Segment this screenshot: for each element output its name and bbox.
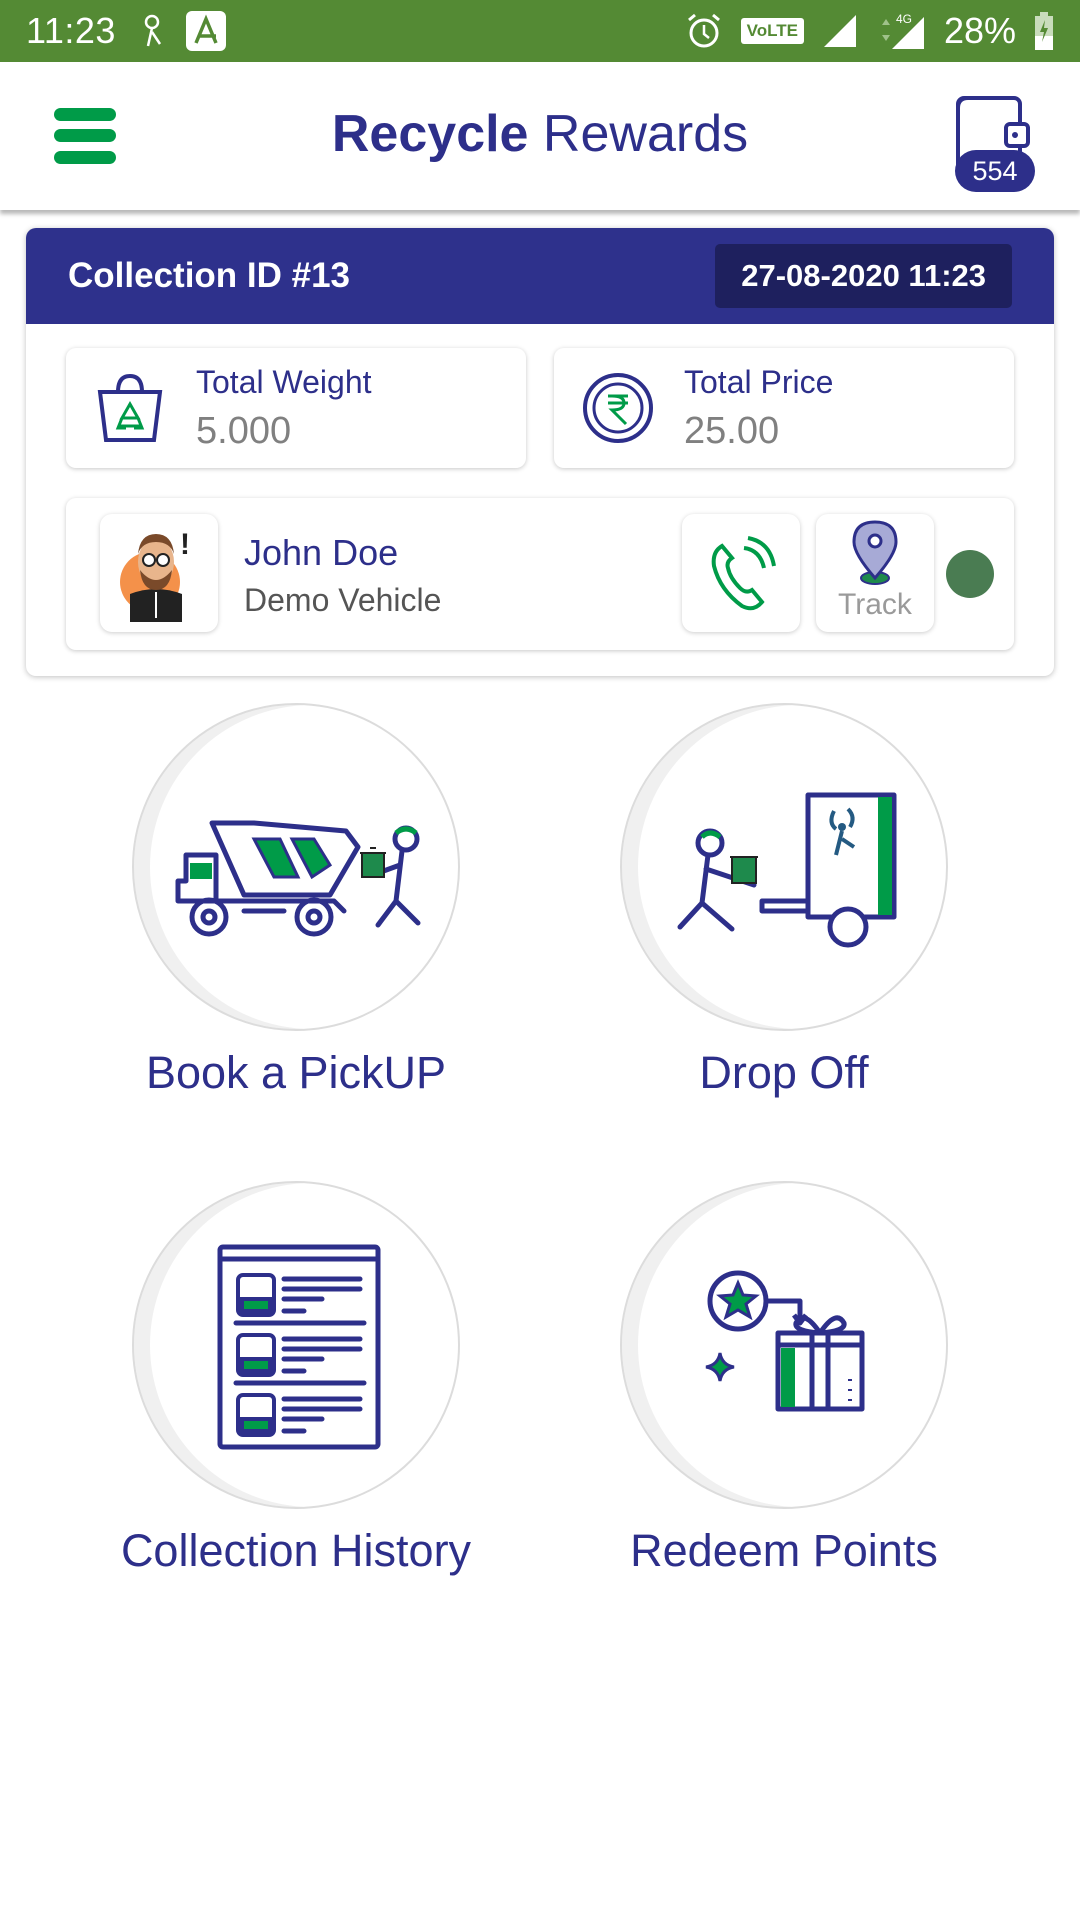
drop-off-button[interactable]: Drop Off xyxy=(574,703,994,1099)
driver-avatar-icon: ! xyxy=(120,528,190,622)
collection-card-header: Collection ID #13 27-08-2020 11:23 xyxy=(26,228,1054,324)
signal-icon xyxy=(823,15,856,47)
svg-text:4G: 4G xyxy=(896,12,912,26)
recycle-basket-icon xyxy=(97,373,163,442)
app-store-icon xyxy=(185,11,226,51)
total-weight-box: Total Weight 5.000 xyxy=(66,348,526,468)
status-bar: 11:23 VoLTE 4G 28% xyxy=(0,0,1080,62)
book-pickup-button[interactable]: Book a PickUP xyxy=(86,703,506,1099)
redeem-points-label: Redeem Points xyxy=(630,1525,938,1576)
driver-avatar: ! xyxy=(100,514,218,632)
rupee-coin-icon xyxy=(583,373,653,443)
collection-history-label: Collection History xyxy=(120,1525,472,1576)
notification-app-icon xyxy=(144,14,161,47)
total-weight-value: 5.000 xyxy=(196,410,292,452)
redeem-points-circle xyxy=(620,1181,948,1509)
battery-charging-icon xyxy=(1035,12,1053,50)
driver-vehicle: Demo Vehicle xyxy=(244,582,442,618)
svg-text:!: ! xyxy=(180,528,190,561)
volte-icon: VoLTE xyxy=(740,18,804,44)
total-price-box: Total Price 25.00 xyxy=(554,348,1014,468)
collection-id: Collection ID #13 xyxy=(68,256,351,295)
collection-datetime: 27-08-2020 11:23 xyxy=(715,244,1012,308)
status-time: 11:23 xyxy=(26,10,116,51)
book-pickup-label: Book a PickUP xyxy=(145,1047,447,1098)
total-weight-label: Total Weight xyxy=(196,364,372,400)
drop-off-icon xyxy=(677,792,897,948)
history-list-icon xyxy=(217,1244,381,1450)
track-label: Track xyxy=(838,588,912,621)
pickup-truck-icon xyxy=(175,820,421,937)
app-title-bold: Recycle xyxy=(331,105,529,163)
battery-percent: 28% xyxy=(943,10,1016,51)
track-button[interactable]: Track xyxy=(816,514,934,632)
app-title-regular: Rewards xyxy=(528,105,749,163)
signal-4g-icon: 4G xyxy=(881,12,924,49)
alarm-icon xyxy=(687,13,720,48)
drop-off-label: Drop Off xyxy=(699,1047,869,1098)
call-button[interactable] xyxy=(682,514,800,632)
driver-status-indicator xyxy=(946,550,994,598)
app-title: Recycle Rewards xyxy=(0,104,1080,164)
collection-card: Collection ID #13 27-08-2020 11:23 Total… xyxy=(26,228,1054,676)
book-pickup-circle xyxy=(132,703,460,1031)
total-price-label: Total Price xyxy=(684,364,834,400)
collection-history-button[interactable]: Collection History xyxy=(86,1181,506,1577)
redeem-points-button[interactable]: Redeem Points xyxy=(574,1181,994,1577)
collection-history-circle xyxy=(132,1181,460,1509)
total-price-value: 25.00 xyxy=(684,410,780,452)
location-pin-icon xyxy=(852,520,898,585)
wallet-points-badge[interactable]: 554 xyxy=(955,150,1035,192)
drop-off-circle xyxy=(620,703,948,1031)
driver-name: John Doe xyxy=(244,532,399,573)
app-bar: Recycle Rewards 554 xyxy=(0,62,1080,210)
driver-info: ! John Doe Demo Vehicle Track xyxy=(66,498,1014,650)
phone-icon xyxy=(711,536,776,611)
gift-redeem-icon xyxy=(705,1270,865,1412)
